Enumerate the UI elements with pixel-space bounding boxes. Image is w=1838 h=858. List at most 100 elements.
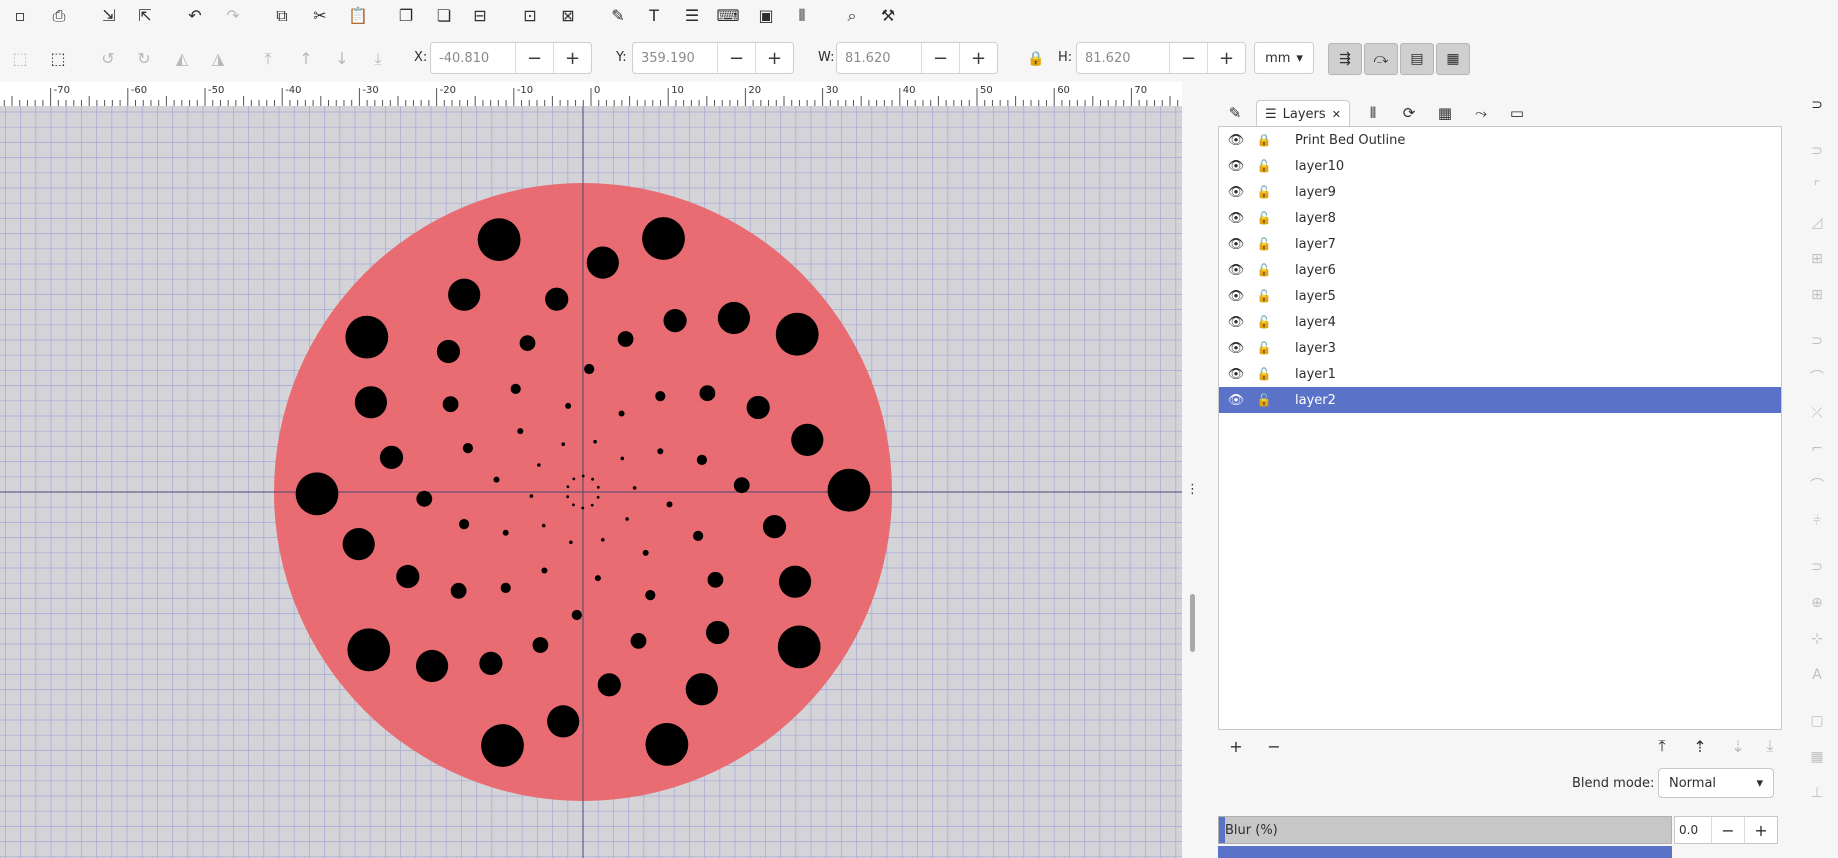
fill-stroke-icon[interactable]: ✎ — [604, 2, 632, 30]
redo-icon[interactable]: ↷ — [219, 2, 247, 30]
ungroup-icon[interactable]: ⊠ — [554, 2, 582, 30]
layer-name[interactable]: layer5 — [1295, 289, 1336, 304]
snap-midpoints-icon[interactable]: ⫩ — [1806, 510, 1828, 532]
w-decrement-button[interactable]: − — [921, 43, 959, 73]
lower-icon[interactable]: ↓ — [328, 45, 356, 73]
snap-grid-icon[interactable]: ▦ — [1806, 746, 1828, 768]
flip-vertical-icon[interactable]: ◮ — [204, 45, 232, 73]
x-decrement-button[interactable]: − — [515, 43, 553, 73]
layer-name[interactable]: layer7 — [1295, 237, 1336, 252]
y-decrement-button[interactable]: − — [717, 43, 755, 73]
visibility-eye-icon[interactable]: 👁 — [1227, 133, 1245, 148]
layer-row[interactable]: 👁 🔓 layer3 — [1219, 335, 1781, 361]
tab-fill-stroke[interactable]: ✎ — [1224, 100, 1246, 126]
layer-name[interactable]: layer4 — [1295, 315, 1336, 330]
cut-icon[interactable]: ✂ — [306, 2, 334, 30]
snap-intersections-icon[interactable]: ⤫ — [1806, 402, 1828, 424]
y-field[interactable]: 359.190 − + — [632, 42, 794, 74]
visibility-eye-icon[interactable]: 👁 — [1227, 159, 1245, 174]
objects-icon[interactable]: ▣ — [752, 2, 780, 30]
tab-align[interactable]: ⫴ — [1362, 100, 1384, 126]
raise-layer-to-top-icon[interactable]: ⤒ — [1650, 734, 1674, 758]
align-icon[interactable]: ⫴ — [788, 2, 816, 30]
h-value[interactable]: 81.620 — [1077, 43, 1169, 73]
tab-layers[interactable]: ☰ Layers ✕ — [1256, 100, 1350, 127]
x-value[interactable]: -40.810 — [431, 43, 515, 73]
snap-bbox-centers-icon[interactable]: ⊞ — [1806, 284, 1828, 306]
tab-transform[interactable]: ⟳ — [1398, 100, 1420, 126]
tab-objects[interactable]: ▦ — [1434, 100, 1456, 126]
rotate-cw-icon[interactable]: ↻ — [130, 45, 158, 73]
visibility-eye-icon[interactable]: 👁 — [1227, 237, 1245, 252]
canvas-scrollbar[interactable]: ⋮ — [1182, 82, 1204, 858]
scale-stroke-toggle[interactable]: ⇶ — [1328, 43, 1362, 75]
layer-row[interactable]: 👁 🔓 layer5 — [1219, 283, 1781, 309]
layer-name[interactable]: layer3 — [1295, 341, 1336, 356]
paste-icon[interactable]: 📋 — [344, 2, 372, 30]
raise-layer-icon[interactable]: ⇡ — [1688, 734, 1712, 758]
rotate-ccw-icon[interactable]: ↺ — [94, 45, 122, 73]
opacity-slider[interactable] — [1218, 846, 1672, 858]
visibility-eye-icon[interactable]: 👁 — [1227, 211, 1245, 226]
layer-name[interactable]: layer6 — [1295, 263, 1336, 278]
raise-to-top-icon[interactable]: ⤒ — [254, 45, 282, 73]
x-increment-button[interactable]: + — [553, 43, 591, 73]
visibility-eye-icon[interactable]: 👁 — [1227, 367, 1245, 382]
snap-object-centers-icon[interactable]: ⊕ — [1806, 592, 1828, 614]
layer-row[interactable]: 👁 🔓 layer6 — [1219, 257, 1781, 283]
transform-patterns-toggle[interactable]: ▦ — [1436, 43, 1470, 75]
group-icon[interactable]: ⊡ — [516, 2, 544, 30]
lock-open-icon[interactable]: 🔓 — [1255, 211, 1273, 225]
visibility-eye-icon[interactable]: 👁 — [1227, 185, 1245, 200]
lock-open-icon[interactable]: 🔓 — [1255, 159, 1273, 173]
drawing-canvas[interactable] — [0, 106, 1182, 858]
raise-icon[interactable]: ↑ — [292, 45, 320, 73]
xml-editor-icon[interactable]: ⌨ — [714, 2, 742, 30]
panel-handle-icon[interactable]: ⋮ — [1186, 482, 1199, 497]
layer-row[interactable]: 👁 🔓 layer8 — [1219, 205, 1781, 231]
layer-name[interactable]: layer9 — [1295, 185, 1336, 200]
lock-open-icon[interactable]: 🔓 — [1255, 367, 1273, 381]
snap-guides-icon[interactable]: ⊥ — [1806, 782, 1828, 804]
copy-icon[interactable]: ⧉ — [268, 2, 296, 30]
snap-bbox-midpoints-icon[interactable]: ⊞ — [1806, 248, 1828, 270]
lock-open-icon[interactable]: 🔓 — [1255, 237, 1273, 251]
layer-row[interactable]: 👁 🔓 layer10 — [1219, 153, 1781, 179]
select-all-icon[interactable]: ⬚ — [6, 45, 34, 73]
layer-row[interactable]: 👁 🔓 layer4 — [1219, 309, 1781, 335]
clone-icon[interactable]: ❏ — [430, 2, 458, 30]
close-icon[interactable]: ✕ — [1332, 108, 1341, 121]
remove-layer-button[interactable]: − — [1262, 734, 1286, 758]
blend-mode-select[interactable]: Normal ▾ — [1658, 768, 1774, 798]
layer-row[interactable]: 👁 🔓 layer9 — [1219, 179, 1781, 205]
tab-path-effects[interactable]: ⤳ — [1470, 100, 1492, 126]
snap-nodes-icon[interactable]: ⊃ — [1806, 330, 1828, 352]
w-value[interactable]: 81.620 — [837, 43, 921, 73]
snap-bbox-corners-icon[interactable]: ◿ — [1806, 212, 1828, 234]
lock-open-icon[interactable]: 🔓 — [1255, 263, 1273, 277]
select-all-layers-icon[interactable]: ⬚ — [44, 45, 72, 73]
lock-closed-icon[interactable]: 🔒 — [1255, 133, 1273, 147]
duplicate-icon[interactable]: ❐ — [392, 2, 420, 30]
visibility-eye-icon[interactable]: 👁 — [1227, 289, 1245, 304]
lock-open-icon[interactable]: 🔓 — [1255, 341, 1273, 355]
transform-gradients-toggle[interactable]: ▤ — [1400, 43, 1434, 75]
h-field[interactable]: 81.620 − + — [1076, 42, 1246, 74]
snap-bbox-edges-icon[interactable]: ⌜ — [1806, 176, 1828, 198]
lock-open-icon[interactable]: 🔓 — [1255, 289, 1273, 303]
snap-page-border-icon[interactable]: ▢ — [1806, 710, 1828, 732]
snap-toggle-icon[interactable]: ⊃ — [1806, 94, 1828, 116]
tab-document-properties[interactable]: ▭ — [1506, 100, 1528, 126]
layer-row[interactable]: 👁 🔓 layer1 — [1219, 361, 1781, 387]
unlink-clone-icon[interactable]: ⊟ — [466, 2, 494, 30]
layer-name[interactable]: layer10 — [1295, 159, 1344, 174]
scale-corners-toggle[interactable]: ⤼ — [1364, 43, 1398, 75]
text-icon[interactable]: T — [640, 2, 668, 30]
snap-bbox-icon[interactable]: ⊃ — [1806, 140, 1828, 162]
blur-slider[interactable]: Blur (%) — [1218, 816, 1672, 844]
w-increment-button[interactable]: + — [959, 43, 997, 73]
flip-horizontal-icon[interactable]: ◭ — [168, 45, 196, 73]
x-field[interactable]: -40.810 − + — [430, 42, 592, 74]
lower-layer-icon[interactable]: ⇣ — [1726, 734, 1750, 758]
add-layer-button[interactable]: + — [1224, 734, 1248, 758]
